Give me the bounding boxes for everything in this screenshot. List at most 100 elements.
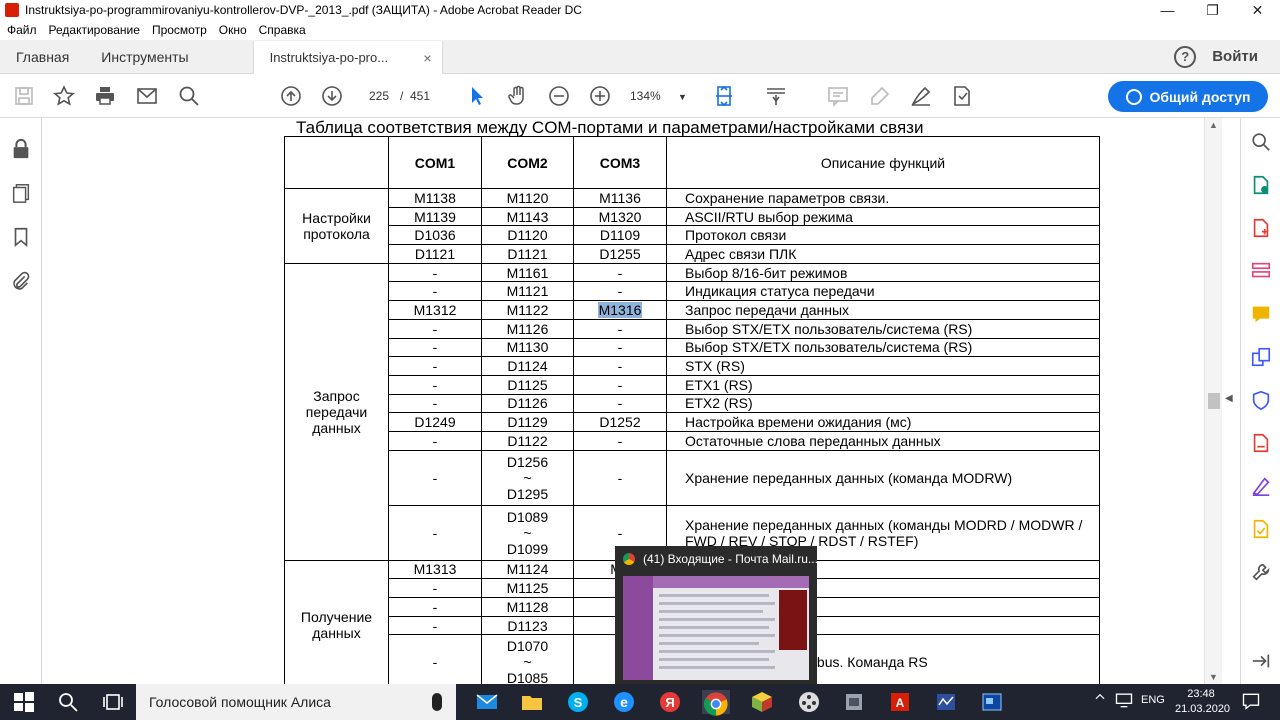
register-range-cell: D1070 ~ D1085 xyxy=(481,634,574,684)
save-icon[interactable] xyxy=(12,84,36,108)
register-cell: - xyxy=(573,449,667,506)
print-icon[interactable] xyxy=(93,84,117,108)
signin-button[interactable]: Войти xyxy=(1212,40,1280,73)
comment-icon[interactable] xyxy=(826,84,850,108)
star-icon[interactable] xyxy=(52,84,76,108)
select-cursor-icon[interactable] xyxy=(465,84,489,108)
description-cell: STX (RS) xyxy=(666,356,1100,376)
right-panel-collapse-icon[interactable]: ◀ xyxy=(1225,393,1233,404)
attachment-icon[interactable] xyxy=(10,270,32,292)
zoom-out-icon[interactable] xyxy=(547,84,571,108)
tab-close-icon[interactable]: × xyxy=(423,50,431,66)
menu-file[interactable]: Файл xyxy=(2,23,42,37)
page-thumbnails-icon[interactable] xyxy=(10,182,32,204)
tab-tools[interactable]: Инструменты xyxy=(85,40,204,73)
tray-overflow-chevron-icon[interactable] xyxy=(1093,690,1107,714)
header-com1: COM1 xyxy=(388,136,482,189)
scroll-mode-icon[interactable] xyxy=(764,84,788,108)
register-cell: D1122 xyxy=(481,430,574,451)
register-range-end: D1085 xyxy=(506,670,549,684)
register-cell: M1320 xyxy=(573,206,667,227)
lock-icon[interactable] xyxy=(10,138,32,160)
table-header-row: COM1 COM2 COM3 Описание функций xyxy=(284,136,1100,189)
windows-start-icon[interactable] xyxy=(12,690,36,714)
chrome-taskbar-icon[interactable] xyxy=(702,690,730,716)
share-button[interactable]: Общий доступ xyxy=(1108,81,1268,112)
fit-page-icon[interactable] xyxy=(713,84,737,108)
page-number-input[interactable]: 225 xyxy=(361,86,397,106)
page-separator: / xyxy=(400,89,404,103)
vertical-scrollbar[interactable]: ▲ ▼ xyxy=(1204,118,1222,684)
register-cell: - xyxy=(573,337,667,358)
edge-icon[interactable]: e xyxy=(612,690,636,714)
description-cell: ASCII/RTU выбор режима xyxy=(666,206,1100,227)
task-view-icon[interactable] xyxy=(101,690,125,714)
protect-shield-icon[interactable] xyxy=(1250,389,1272,411)
description-cell: Остаточные слова переданных данных xyxy=(666,430,1100,451)
menu-help[interactable]: Справка xyxy=(254,23,311,37)
more-tools-icon[interactable] xyxy=(1250,561,1272,583)
create-pdf-icon[interactable] xyxy=(1250,217,1272,239)
alice-voice-search[interactable]: Голосовой помощник Алиса xyxy=(136,684,456,720)
highlight-pen-icon[interactable] xyxy=(868,84,892,108)
box-app-icon[interactable] xyxy=(750,690,774,714)
network-icon[interactable] xyxy=(1114,690,1134,714)
combine-files-icon[interactable] xyxy=(1250,346,1272,368)
menu-edit[interactable]: Редактирование xyxy=(44,23,145,37)
fill-sign-tool-icon[interactable] xyxy=(1250,475,1272,497)
mail-app-icon[interactable] xyxy=(475,690,499,714)
register-cell: D1125 xyxy=(481,374,574,395)
register-range-cell: D1256 ~ D1295 xyxy=(481,449,574,506)
search-icon[interactable] xyxy=(177,84,201,108)
prev-page-icon[interactable] xyxy=(279,84,303,108)
scroll-down-icon[interactable]: ▼ xyxy=(1209,672,1218,682)
notifications-icon[interactable] xyxy=(1241,691,1261,711)
acrobat-taskbar-icon[interactable]: A xyxy=(888,690,912,714)
microphone-icon[interactable] xyxy=(432,693,442,711)
zoom-in-icon[interactable] xyxy=(588,84,612,108)
utility-app-icon[interactable] xyxy=(842,690,866,714)
search-icon[interactable] xyxy=(56,690,80,714)
hand-tool-icon[interactable] xyxy=(506,84,530,108)
edit-pdf-icon[interactable] xyxy=(1250,432,1272,454)
yandex-browser-icon[interactable]: Я xyxy=(658,690,682,714)
register-cell: - xyxy=(388,504,482,561)
register-cell: D1109 xyxy=(573,225,667,246)
skype-icon[interactable]: S xyxy=(566,690,590,714)
organize-pages-icon[interactable] xyxy=(1250,260,1272,282)
file-explorer-icon[interactable] xyxy=(520,690,544,714)
taskbar-thumbnail-popup[interactable]: (41) Входящие - Почта Mail.ru... xyxy=(615,546,817,686)
program-window-icon[interactable] xyxy=(980,690,1004,714)
highlighted-selection[interactable]: M1316 xyxy=(597,301,643,318)
register-range-end: D1099 xyxy=(506,540,549,557)
next-page-icon[interactable] xyxy=(320,84,344,108)
tray-clock[interactable]: 23:48 21.03.2020 xyxy=(1175,687,1230,717)
zoom-search-icon[interactable] xyxy=(1250,131,1272,153)
language-indicator[interactable]: ENG xyxy=(1141,694,1165,706)
scrollbar-thumb[interactable] xyxy=(1208,393,1220,409)
scroll-up-icon[interactable]: ▲ xyxy=(1209,120,1218,130)
sign-icon[interactable] xyxy=(909,84,933,108)
popup-title: (41) Входящие - Почта Mail.ru... xyxy=(643,552,817,566)
send-review-icon[interactable] xyxy=(1250,518,1272,540)
tab-home[interactable]: Главная xyxy=(0,40,85,73)
acrobat-window: Instruktsiya-po-programmirovaniyu-kontro… xyxy=(0,0,1280,720)
fill-sign-icon[interactable] xyxy=(950,84,974,108)
menu-view[interactable]: Просмотр xyxy=(147,23,212,37)
table-row: - D1125- ETX1 (RS) xyxy=(285,374,1100,395)
email-icon[interactable] xyxy=(135,84,159,108)
comment-tool-icon[interactable] xyxy=(1250,303,1272,325)
plc-software-icon[interactable] xyxy=(934,690,958,714)
close-button[interactable]: ✕ xyxy=(1235,0,1280,20)
minimize-button[interactable]: — xyxy=(1145,0,1190,20)
bookmark-icon[interactable] xyxy=(10,226,32,248)
maximize-button[interactable]: ❐ xyxy=(1190,0,1235,20)
film-reel-icon[interactable] xyxy=(797,690,821,714)
help-icon[interactable]: ? xyxy=(1174,45,1197,68)
register-cell: - xyxy=(388,337,482,358)
tab-document[interactable]: Instruktsiya-po-pro... × xyxy=(252,41,443,74)
menu-window[interactable]: Окно xyxy=(214,23,252,37)
export-pdf-icon[interactable] xyxy=(1250,174,1272,196)
zoom-level-select[interactable]: 134% ▼ xyxy=(630,86,690,107)
collapse-tools-icon[interactable] xyxy=(1250,650,1272,672)
